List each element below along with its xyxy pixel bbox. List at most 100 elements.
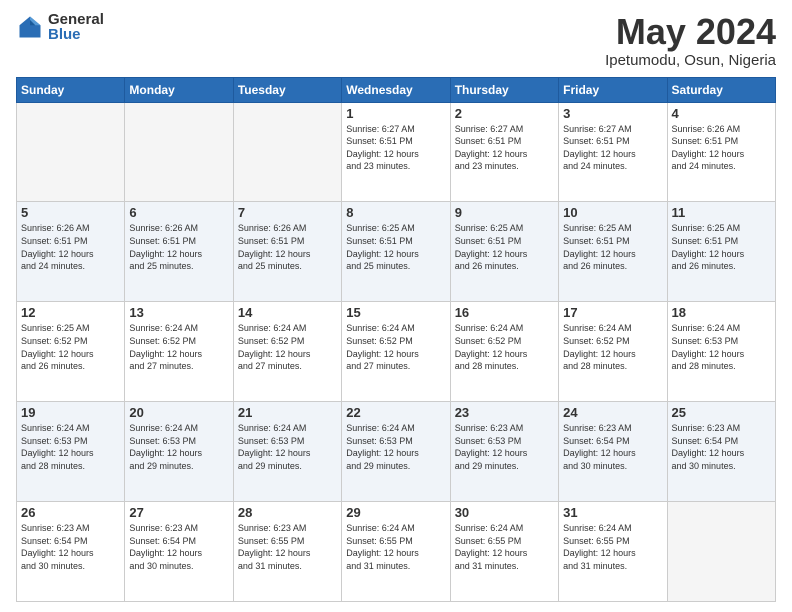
main-title: May 2024: [605, 12, 776, 52]
day-info: Sunrise: 6:24 AM Sunset: 6:53 PM Dayligh…: [238, 422, 337, 472]
calendar-week-row: 5Sunrise: 6:26 AM Sunset: 6:51 PM Daylig…: [17, 202, 776, 302]
logo: General Blue: [16, 12, 104, 42]
day-number: 3: [563, 106, 662, 121]
table-row: 22 Sunrise: 6:24 AM Sunset: 6:53 PM Dayli…: [342, 402, 450, 502]
day-number: 23: [455, 405, 554, 420]
title-block: May 2024 Ipetumodu, Osun, Nigeria: [605, 12, 776, 69]
day-number: 19: [21, 405, 120, 420]
day-number: 22: [346, 405, 445, 420]
day-info: Sunrise: 6:23 AM Sunset: 6:54 PM Dayligh…: [672, 422, 771, 472]
calendar-table: Sunday Monday Tuesday Wednesday Thursday…: [16, 77, 776, 602]
day-number: 1: [346, 106, 445, 121]
day-number: 8: [346, 205, 445, 220]
table-row: 6Sunrise: 6:26 AM Sunset: 6:51 PM Daylig…: [125, 202, 233, 302]
day-info: Sunrise: 6:23 AM Sunset: 6:54 PM Dayligh…: [21, 522, 120, 572]
day-number: 18: [672, 305, 771, 320]
day-info: Sunrise: 6:24 AM Sunset: 6:53 PM Dayligh…: [672, 322, 771, 372]
col-wednesday: Wednesday: [342, 77, 450, 102]
table-row: 27 Sunrise: 6:23 AM Sunset: 6:54 PM Dayli…: [125, 502, 233, 602]
day-number: 27: [129, 505, 228, 520]
day-info: Sunrise: 6:24 AM Sunset: 6:55 PM Dayligh…: [563, 522, 662, 572]
page-header: General Blue May 2024 Ipetumodu, Osun, N…: [16, 12, 776, 69]
day-number: 9: [455, 205, 554, 220]
day-info: Sunrise: 6:23 AM Sunset: 6:54 PM Dayligh…: [563, 422, 662, 472]
day-info: Sunrise: 6:24 AM Sunset: 6:52 PM Dayligh…: [346, 322, 445, 372]
day-number: 25: [672, 405, 771, 420]
table-row: 29 Sunrise: 6:24 AM Sunset: 6:55 PM Dayli…: [342, 502, 450, 602]
day-number: 24: [563, 405, 662, 420]
calendar-week-row: 12Sunrise: 6:25 AM Sunset: 6:52 PM Dayli…: [17, 302, 776, 402]
table-row: 21 Sunrise: 6:24 AM Sunset: 6:53 PM Dayli…: [233, 402, 341, 502]
table-row: 8 Sunrise: 6:25 AM Sunset: 6:51 PM Daylig…: [342, 202, 450, 302]
table-row: [17, 102, 125, 202]
day-info: Sunrise: 6:24 AM Sunset: 6:53 PM Dayligh…: [21, 422, 120, 472]
day-info: Sunrise: 6:24 AM Sunset: 6:52 PM Dayligh…: [238, 322, 337, 372]
table-row: 23 Sunrise: 6:23 AM Sunset: 6:53 PM Dayli…: [450, 402, 558, 502]
day-info: Sunrise: 6:25 AM Sunset: 6:52 PM Dayligh…: [21, 322, 120, 372]
table-row: 5Sunrise: 6:26 AM Sunset: 6:51 PM Daylig…: [17, 202, 125, 302]
day-number: 31: [563, 505, 662, 520]
table-row: 7 Sunrise: 6:26 AM Sunset: 6:51 PM Daylig…: [233, 202, 341, 302]
day-info: Sunrise: 6:25 AM Sunset: 6:51 PM Dayligh…: [455, 222, 554, 272]
table-row: [233, 102, 341, 202]
day-number: 16: [455, 305, 554, 320]
table-row: 3Sunrise: 6:27 AM Sunset: 6:51 PM Daylig…: [559, 102, 667, 202]
table-row: 14 Sunrise: 6:24 AM Sunset: 6:52 PM Dayli…: [233, 302, 341, 402]
table-row: 2Sunrise: 6:27 AM Sunset: 6:51 PM Daylig…: [450, 102, 558, 202]
day-info: Sunrise: 6:25 AM Sunset: 6:51 PM Dayligh…: [672, 222, 771, 272]
table-row: 9 Sunrise: 6:25 AM Sunset: 6:51 PM Daylig…: [450, 202, 558, 302]
day-number: 26: [21, 505, 120, 520]
table-row: 18 Sunrise: 6:24 AM Sunset: 6:53 PM Dayli…: [667, 302, 775, 402]
day-info: Sunrise: 6:27 AM Sunset: 6:51 PM Dayligh…: [346, 123, 445, 173]
day-info: Sunrise: 6:26 AM Sunset: 6:51 PM Dayligh…: [238, 222, 337, 272]
table-row: [125, 102, 233, 202]
logo-icon: [16, 13, 44, 41]
col-saturday: Saturday: [667, 77, 775, 102]
col-sunday: Sunday: [17, 77, 125, 102]
day-info: Sunrise: 6:24 AM Sunset: 6:52 PM Dayligh…: [129, 322, 228, 372]
day-info: Sunrise: 6:25 AM Sunset: 6:51 PM Dayligh…: [563, 222, 662, 272]
day-number: 14: [238, 305, 337, 320]
logo-general: General: [48, 12, 104, 27]
day-number: 7: [238, 205, 337, 220]
day-number: 21: [238, 405, 337, 420]
day-number: 17: [563, 305, 662, 320]
col-friday: Friday: [559, 77, 667, 102]
table-row: 28 Sunrise: 6:23 AM Sunset: 6:55 PM Dayli…: [233, 502, 341, 602]
day-number: 29: [346, 505, 445, 520]
day-info: Sunrise: 6:24 AM Sunset: 6:55 PM Dayligh…: [455, 522, 554, 572]
table-row: 17 Sunrise: 6:24 AM Sunset: 6:52 PM Dayli…: [559, 302, 667, 402]
day-number: 13: [129, 305, 228, 320]
table-row: 4 Sunrise: 6:26 AM Sunset: 6:51 PM Daylig…: [667, 102, 775, 202]
subtitle: Ipetumodu, Osun, Nigeria: [605, 52, 776, 69]
col-monday: Monday: [125, 77, 233, 102]
table-row: 10Sunrise: 6:25 AM Sunset: 6:51 PM Dayli…: [559, 202, 667, 302]
calendar-header-row: Sunday Monday Tuesday Wednesday Thursday…: [17, 77, 776, 102]
table-row: 25 Sunrise: 6:23 AM Sunset: 6:54 PM Dayli…: [667, 402, 775, 502]
day-number: 2: [455, 106, 554, 121]
day-info: Sunrise: 6:26 AM Sunset: 6:51 PM Dayligh…: [672, 123, 771, 173]
day-info: Sunrise: 6:24 AM Sunset: 6:55 PM Dayligh…: [346, 522, 445, 572]
day-info: Sunrise: 6:23 AM Sunset: 6:53 PM Dayligh…: [455, 422, 554, 472]
table-row: 15 Sunrise: 6:24 AM Sunset: 6:52 PM Dayli…: [342, 302, 450, 402]
logo-text: General Blue: [48, 12, 104, 42]
table-row: 31 Sunrise: 6:24 AM Sunset: 6:55 PM Dayli…: [559, 502, 667, 602]
table-row: 16 Sunrise: 6:24 AM Sunset: 6:52 PM Dayli…: [450, 302, 558, 402]
calendar-week-row: 26 Sunrise: 6:23 AM Sunset: 6:54 PM Dayli…: [17, 502, 776, 602]
day-info: Sunrise: 6:26 AM Sunset: 6:51 PM Dayligh…: [21, 222, 120, 272]
day-info: Sunrise: 6:23 AM Sunset: 6:55 PM Dayligh…: [238, 522, 337, 572]
day-info: Sunrise: 6:25 AM Sunset: 6:51 PM Dayligh…: [346, 222, 445, 272]
day-info: Sunrise: 6:24 AM Sunset: 6:52 PM Dayligh…: [563, 322, 662, 372]
day-number: 4: [672, 106, 771, 121]
table-row: 19 Sunrise: 6:24 AM Sunset: 6:53 PM Dayli…: [17, 402, 125, 502]
day-info: Sunrise: 6:23 AM Sunset: 6:54 PM Dayligh…: [129, 522, 228, 572]
day-info: Sunrise: 6:24 AM Sunset: 6:53 PM Dayligh…: [346, 422, 445, 472]
table-row: [667, 502, 775, 602]
calendar-week-row: 1 Sunrise: 6:27 AM Sunset: 6:51 PM Daylig…: [17, 102, 776, 202]
day-info: Sunrise: 6:24 AM Sunset: 6:52 PM Dayligh…: [455, 322, 554, 372]
table-row: 24 Sunrise: 6:23 AM Sunset: 6:54 PM Dayli…: [559, 402, 667, 502]
day-number: 15: [346, 305, 445, 320]
day-number: 28: [238, 505, 337, 520]
table-row: 1 Sunrise: 6:27 AM Sunset: 6:51 PM Daylig…: [342, 102, 450, 202]
table-row: 26 Sunrise: 6:23 AM Sunset: 6:54 PM Dayli…: [17, 502, 125, 602]
